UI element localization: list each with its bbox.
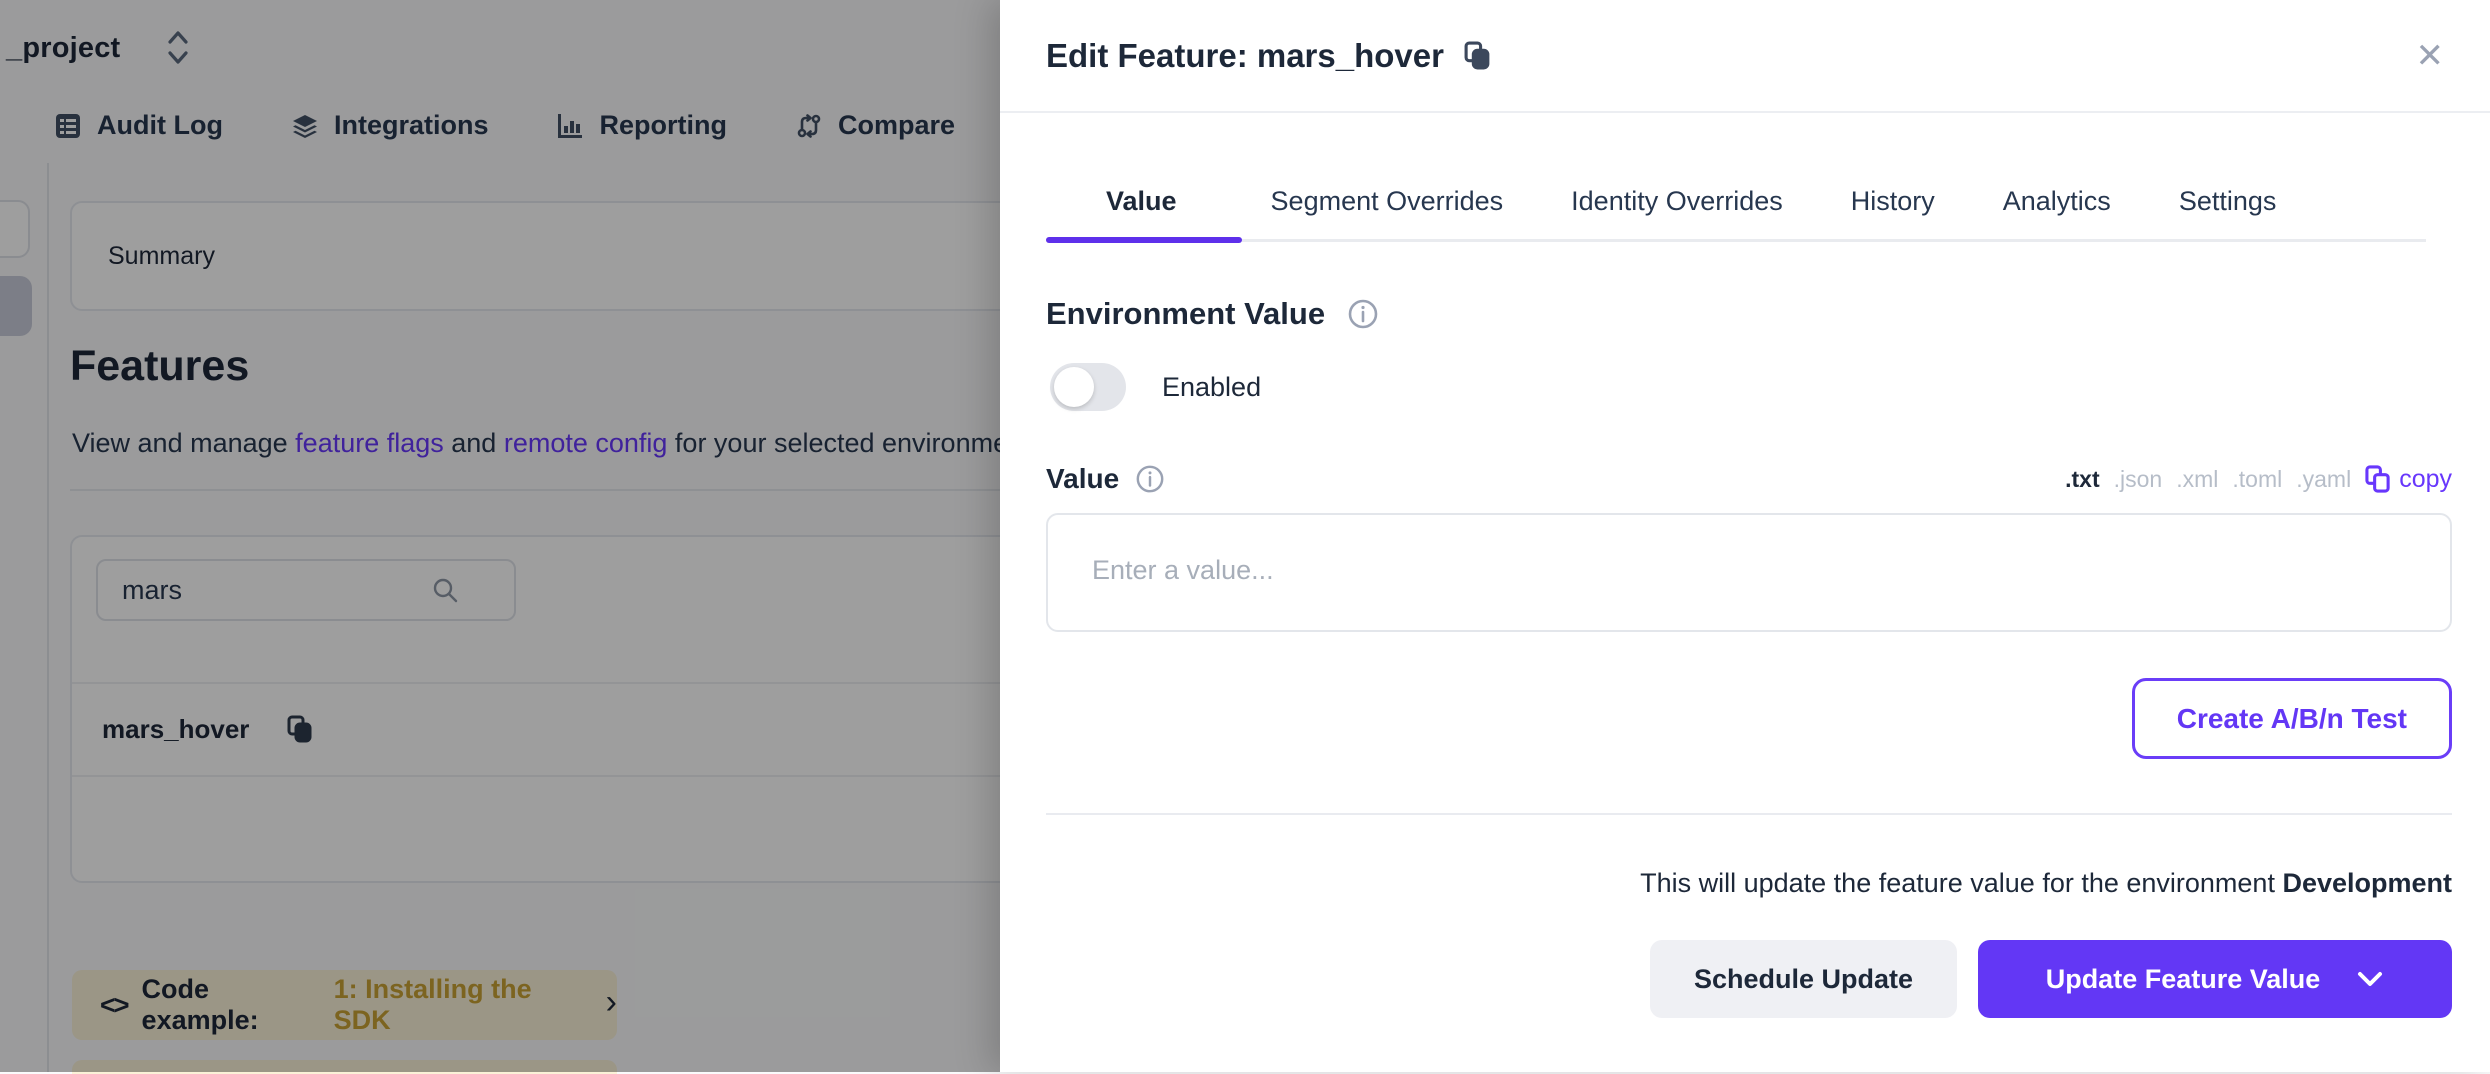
- info-icon[interactable]: [1347, 298, 1379, 330]
- create-abn-test-button[interactable]: Create A/B/n Test: [2132, 678, 2452, 759]
- edit-feature-drawer: Edit Feature: mars_hover ✕ Value Segment…: [1000, 0, 2490, 1072]
- format-yaml[interactable]: .yaml: [2296, 466, 2351, 493]
- active-tab-underline: [1046, 237, 1242, 243]
- footer-divider: [1046, 813, 2452, 815]
- value-input[interactable]: [1046, 513, 2452, 632]
- format-xml[interactable]: .xml: [2176, 466, 2218, 493]
- tab-history[interactable]: History: [1817, 186, 1969, 239]
- tab-identity-overrides[interactable]: Identity Overrides: [1537, 186, 1817, 239]
- value-label-row: Value .txt .json .xml .toml .yaml copy: [1046, 458, 2452, 500]
- tab-segment-overrides[interactable]: Segment Overrides: [1237, 186, 1538, 239]
- value-format-selector: .txt .json .xml .toml .yaml copy: [2065, 465, 2452, 494]
- footer-notice: This will update the feature value for t…: [1640, 868, 2452, 899]
- environment-value-heading: Environment Value: [1046, 296, 1325, 332]
- tab-analytics[interactable]: Analytics: [1969, 186, 2145, 239]
- drawer-tabs: Value Segment Overrides Identity Overrid…: [1046, 186, 2426, 242]
- value-label: Value: [1046, 463, 1119, 495]
- copy-icon: [2365, 465, 2391, 493]
- notice-text: This will update the feature value for t…: [1640, 868, 2282, 898]
- format-toml[interactable]: .toml: [2232, 466, 2282, 493]
- tab-value[interactable]: Value: [1046, 186, 1237, 239]
- schedule-update-button[interactable]: Schedule Update: [1650, 940, 1957, 1018]
- close-icon[interactable]: ✕: [2416, 39, 2445, 73]
- environment-name: Development: [2282, 868, 2452, 898]
- drawer-header: Edit Feature: mars_hover ✕: [1000, 0, 2490, 113]
- format-json[interactable]: .json: [2114, 466, 2163, 493]
- copy-label: copy: [2399, 465, 2452, 494]
- drawer-title: Edit Feature: mars_hover: [1046, 37, 1444, 75]
- update-button-label: Update Feature Value: [2046, 964, 2321, 995]
- chevron-down-icon: [2356, 969, 2384, 989]
- update-feature-value-button[interactable]: Update Feature Value: [1978, 940, 2452, 1018]
- footer-buttons: Schedule Update Update Feature Value: [1650, 940, 2452, 1018]
- enabled-toggle-row: Enabled: [1050, 363, 1261, 411]
- enabled-toggle[interactable]: [1050, 363, 1126, 411]
- copy-icon[interactable]: [1464, 41, 1492, 71]
- info-icon[interactable]: [1135, 464, 1165, 494]
- copy-value-link[interactable]: copy: [2365, 465, 2452, 494]
- tab-settings[interactable]: Settings: [2145, 186, 2311, 239]
- environment-value-section: Environment Value: [1046, 296, 1379, 332]
- toggle-knob: [1054, 367, 1094, 407]
- format-txt[interactable]: .txt: [2065, 466, 2100, 493]
- toggle-label: Enabled: [1162, 372, 1261, 403]
